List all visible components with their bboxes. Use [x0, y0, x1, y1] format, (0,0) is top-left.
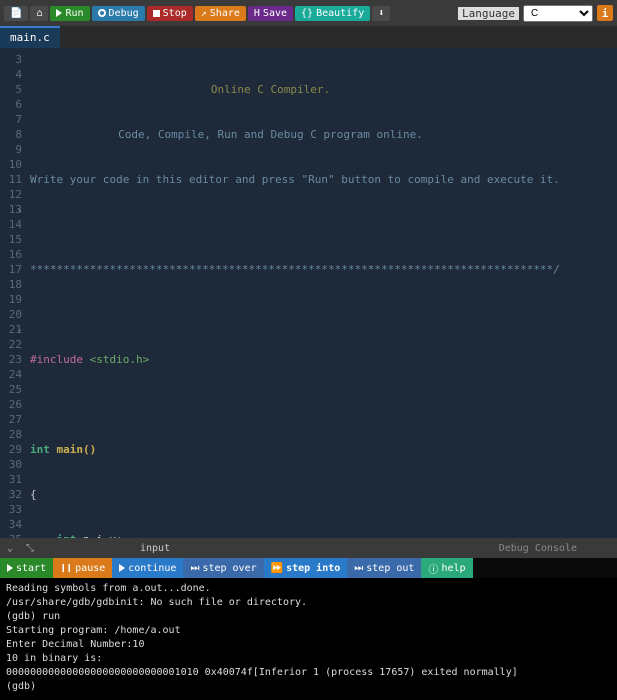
home-button[interactable]: ⌂ [30, 6, 48, 21]
debug-step-out-button[interactable]: ⏭step out [347, 558, 421, 578]
code-editor[interactable]: 3456789101112▾1314151617181920▾212223242… [0, 48, 617, 538]
language-group: Language C i [458, 5, 613, 22]
info-button[interactable]: i [597, 5, 613, 21]
play-icon [7, 564, 13, 572]
console-output[interactable]: Reading symbols from a.out...done. /usr/… [0, 578, 617, 700]
panel-header: ⌄ ⤡ input Debug Console [0, 538, 617, 558]
debug-console-tab-label[interactable]: Debug Console [499, 543, 577, 554]
pause-icon: ❙❙ [60, 563, 72, 574]
beautify-button[interactable]: {}Beautify [295, 6, 370, 21]
play-icon [56, 9, 62, 17]
debug-toolbar: start ❙❙pause continue ⏭step over ⏩step … [0, 558, 617, 578]
debug-start-button[interactable]: start [0, 558, 53, 578]
step-over-icon: ⏭ [190, 563, 199, 574]
download-icon: ⬇ [378, 8, 384, 19]
step-out-icon: ⏭ [354, 563, 363, 574]
language-select[interactable]: C [523, 5, 593, 22]
debug-help-button[interactable]: ⓘhelp [421, 558, 472, 578]
step-into-icon: ⏩ [271, 563, 283, 574]
stop-icon [153, 10, 160, 17]
panel-collapse-button[interactable]: ⌄ [0, 543, 20, 554]
share-button[interactable]: ↗Share [195, 6, 246, 21]
language-label: Language [458, 7, 519, 20]
tab-main-c[interactable]: main.c [0, 26, 60, 48]
save-button[interactable]: HSave [248, 6, 293, 21]
download-button[interactable]: ⬇ [372, 6, 390, 21]
editor-tabs: main.c [0, 26, 617, 48]
new-file-button[interactable]: 📄 [4, 6, 28, 21]
debug-pause-button[interactable]: ❙❙pause [53, 558, 112, 578]
beautify-icon: {} [301, 8, 313, 19]
run-button[interactable]: Run [50, 6, 89, 21]
share-icon: ↗ [201, 8, 207, 19]
panel-swap-button[interactable]: ⤡ [20, 543, 40, 554]
file-icon: 📄 [10, 8, 22, 19]
debug-step-into-button[interactable]: ⏩step into [264, 558, 348, 578]
home-icon: ⌂ [36, 8, 42, 19]
code-area[interactable]: Online C Compiler. Code, Compile, Run an… [28, 48, 617, 538]
save-icon: H [254, 8, 260, 19]
input-tab-label[interactable]: input [140, 543, 170, 554]
help-icon: ⓘ [428, 561, 438, 576]
play-icon [119, 564, 125, 572]
line-gutter: 3456789101112▾1314151617181920▾212223242… [0, 48, 28, 538]
stop-button[interactable]: Stop [147, 6, 193, 21]
main-toolbar: 📄 ⌂ Run Debug Stop ↗Share HSave {}Beauti… [0, 0, 617, 26]
debug-icon [98, 9, 106, 17]
debug-button[interactable]: Debug [92, 6, 145, 21]
debug-continue-button[interactable]: continue [112, 558, 183, 578]
debug-step-over-button[interactable]: ⏭step over [183, 558, 263, 578]
